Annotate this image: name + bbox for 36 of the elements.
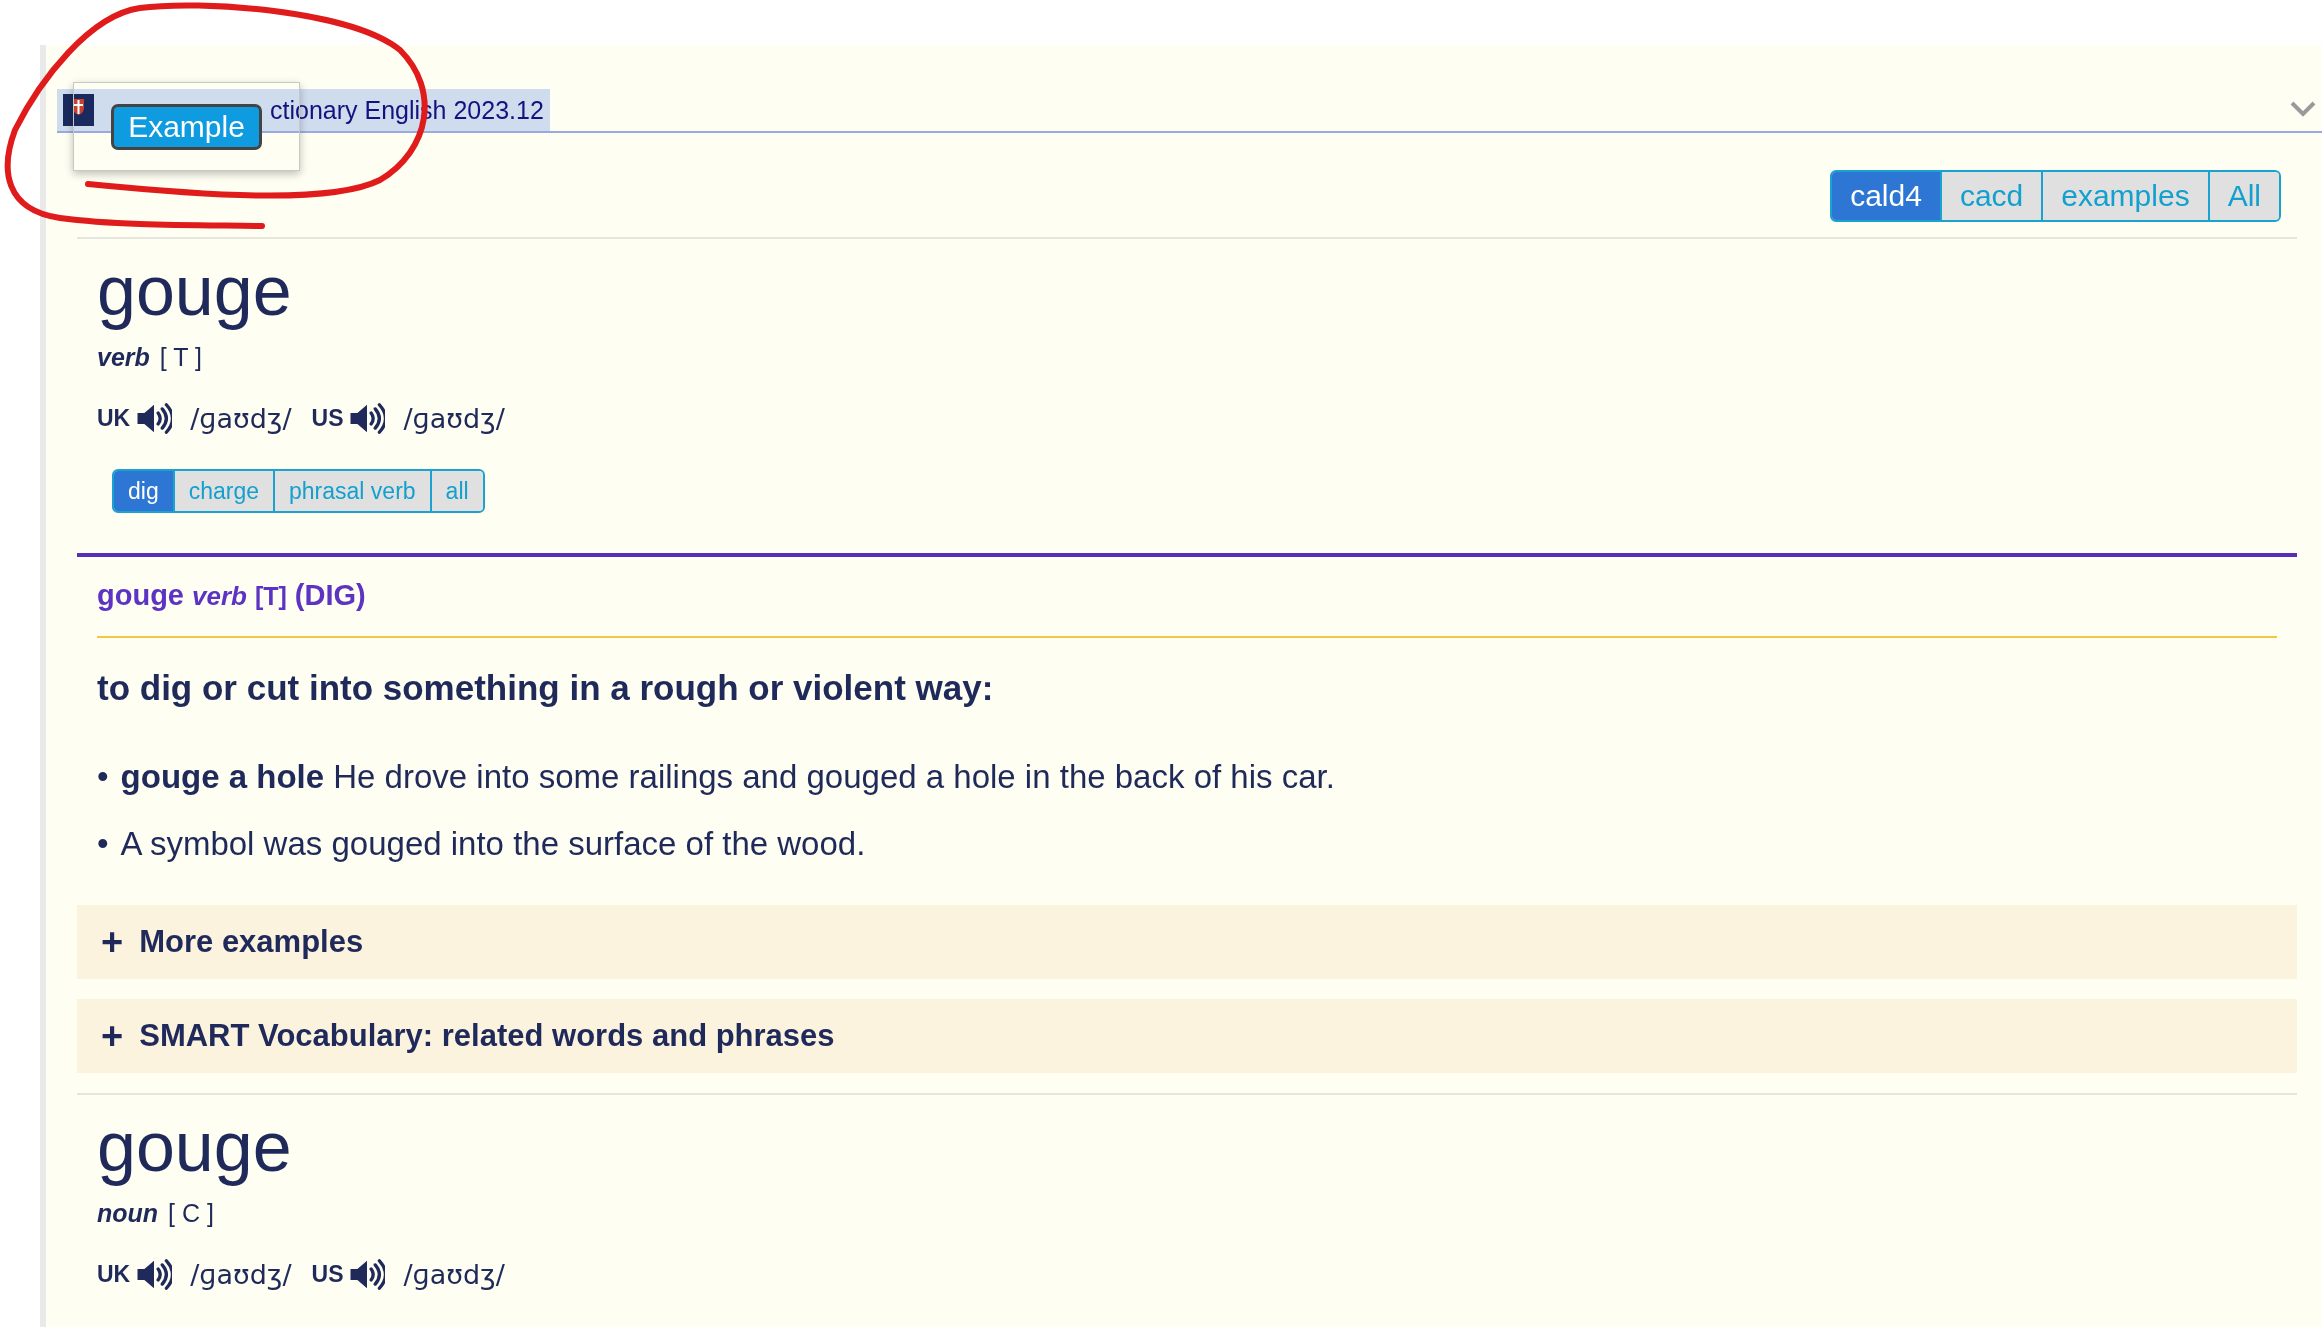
- guide-word: (DIG): [294, 579, 366, 612]
- region-label: UK: [97, 405, 131, 432]
- example-sentence: gouge a hole He drove into some railings and gouged a hole in the back of his car.: [120, 758, 1335, 796]
- headword: gouge: [97, 253, 293, 329]
- grammar-code: [ C ]: [168, 1199, 214, 1228]
- part-of-speech: noun: [97, 1199, 159, 1228]
- expandable-section[interactable]: + More examples: [77, 905, 2297, 979]
- sense-word: gouge: [97, 579, 184, 612]
- speaker-icon[interactable]: [349, 402, 386, 435]
- grammar-code: [ T ]: [159, 343, 202, 372]
- pronunciation: /ɡaʊdʒ/: [403, 1259, 505, 1290]
- speaker-icon[interactable]: [349, 1258, 386, 1291]
- speaker-icon[interactable]: [136, 402, 173, 435]
- headword: gouge: [97, 1109, 293, 1185]
- dictionary-tab[interactable]: All: [2207, 172, 2279, 220]
- sense-tab[interactable]: all: [429, 471, 483, 511]
- sense-tab[interactable]: dig: [114, 471, 173, 511]
- region-label: US: [311, 405, 344, 432]
- expandable-section[interactable]: + SMART Vocabulary: related words and phrases: [77, 999, 2297, 1073]
- crest-logo-icon: [63, 94, 94, 126]
- sense-grammar-code: [T]: [254, 582, 287, 611]
- example-sentence: A symbol was gouged into the surface of the wood.: [120, 825, 866, 863]
- region-label: UK: [97, 1261, 131, 1288]
- bullet: •: [97, 825, 109, 863]
- speaker-icon[interactable]: [136, 1258, 173, 1291]
- dictionary-tab[interactable]: cald4: [1832, 172, 1940, 220]
- bullet: •: [97, 758, 109, 796]
- pronunciation: /ɡaʊdʒ/: [190, 403, 292, 434]
- region-label: US: [311, 1261, 344, 1288]
- part-of-speech: verb: [97, 343, 150, 372]
- pronunciation: /ɡaʊdʒ/: [403, 403, 505, 434]
- example-button[interactable]: Example: [111, 104, 262, 150]
- pronunciation: /ɡaʊdʒ/: [190, 1259, 292, 1290]
- definition: to dig or cut into something in a rough or violent way:: [96, 668, 995, 708]
- chevron-down-icon[interactable]: [2290, 101, 2316, 117]
- sense-part-of-speech: verb: [192, 581, 247, 612]
